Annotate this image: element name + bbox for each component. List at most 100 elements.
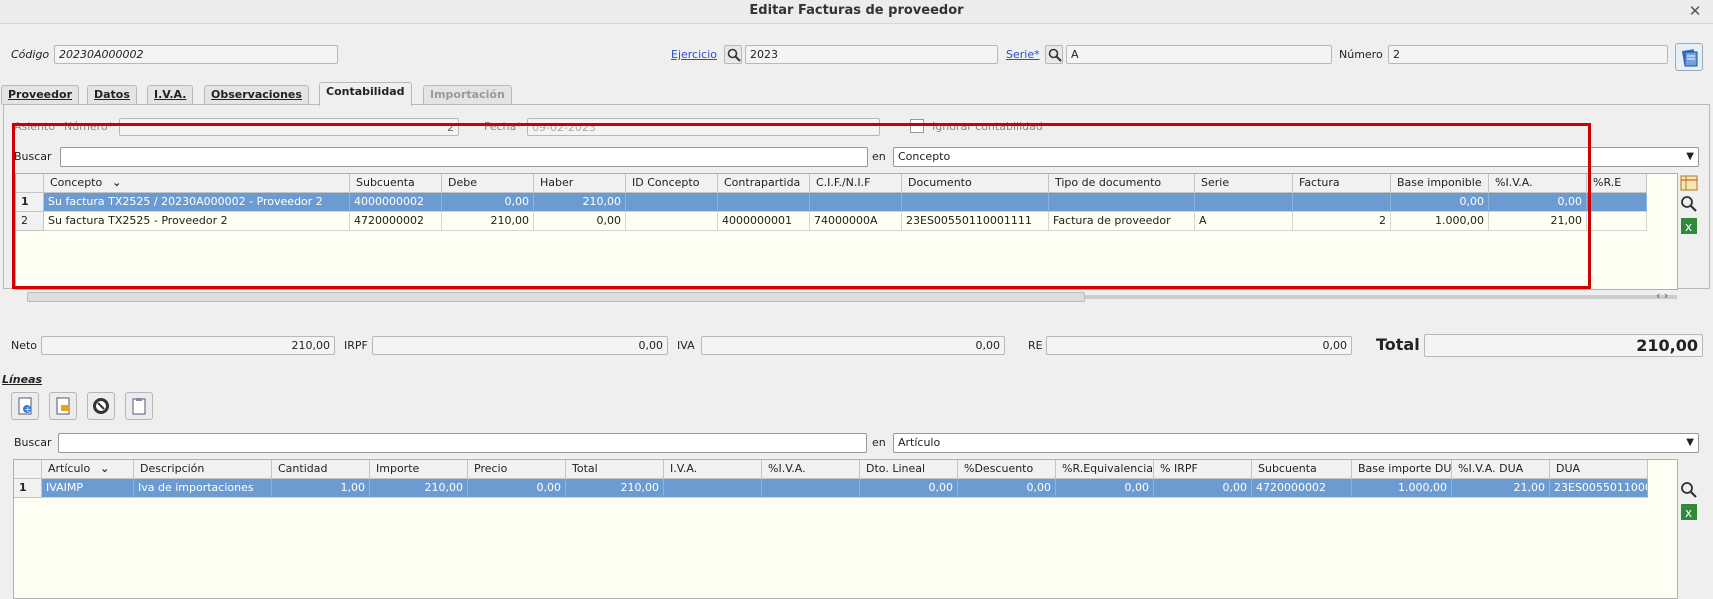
tab-label: Datos [94,88,130,101]
horizontal-scrollbar[interactable] [27,292,1085,302]
column-header[interactable]: %R.Equivalencia [1056,460,1154,479]
delete-icon [93,398,109,414]
numero-field[interactable]: 2 [1388,45,1668,64]
tab-contabilidad[interactable]: Contabilidad [319,82,412,106]
column-header[interactable]: % IRPF [1154,460,1252,479]
column-header[interactable]: Artículo ⌄ [42,460,134,479]
close-icon[interactable]: ✕ [1685,1,1705,21]
svg-text:x: x [1685,220,1692,234]
tab-label: I.V.A. [154,88,187,101]
iva-label: IVA [677,339,695,352]
column-header[interactable]: %I.V.A. DUA [1452,460,1550,479]
tab-datos[interactable]: Datos [87,85,137,105]
column-header[interactable]: %I.V.A. [762,460,860,479]
buscar-lineas-label: Buscar [14,436,52,449]
paste-line-button[interactable] [125,392,153,420]
table-cell[interactable]: 21,00 [1452,479,1550,498]
sort-chevron-icon: ⌄ [96,462,110,475]
column-header[interactable]: Base importe DUA [1352,460,1452,479]
serie-search-icon[interactable] [1045,45,1063,64]
highlight-box [12,123,1591,289]
column-header[interactable]: %R.E [1587,174,1647,193]
documents-button[interactable] [1675,43,1703,71]
svg-text:x: x [1685,506,1692,520]
table-cell[interactable]: 1.000,00 [1352,479,1452,498]
irpf-field: 0,00 [372,336,668,355]
tab-label: Observaciones [211,88,302,101]
table-cell[interactable]: 0,00 [860,479,958,498]
column-header[interactable]: Cantidad [272,460,370,479]
table-cell[interactable]: 0,00 [1056,479,1154,498]
table-cell[interactable]: 210,00 [566,479,664,498]
ejercicio-field[interactable]: 2023 [745,45,998,64]
tab-iva[interactable]: I.V.A. [147,85,194,105]
table-cell[interactable]: Iva de importaciones [134,479,272,498]
search-lineas-field-select[interactable]: Artículo ▼ [893,433,1699,453]
excel-icon[interactable]: x [1680,217,1698,235]
table-cell[interactable]: 0,00 [958,479,1056,498]
column-header[interactable]: I.V.A. [664,460,762,479]
table-cell[interactable]: 0,00 [468,479,566,498]
total-label: Total [1376,335,1420,354]
iva-field: 0,00 [701,336,1005,355]
tab-proveedor[interactable]: Proveedor [1,85,79,105]
ejercicio-search-icon[interactable] [724,45,742,64]
neto-label: Neto [11,339,38,352]
lineas-table[interactable]: Artículo ⌄ Descripción Cantidad Importe Prec… [13,459,1678,599]
select-value: Artículo [898,436,941,449]
table-cell[interactable] [1587,212,1647,231]
tab-label: Contabilidad [326,85,405,98]
tab-observaciones[interactable]: Observaciones [204,85,309,105]
ejercicio-link[interactable]: Ejercicio [671,45,717,64]
svg-text:+: + [25,405,32,414]
table-cell[interactable]: IVAIMP [42,479,134,498]
table-cell[interactable]: 0,00 [1154,479,1252,498]
search-icon[interactable] [1680,195,1698,213]
search-lineas-icon[interactable] [1680,481,1698,499]
table-cell[interactable] [1587,193,1647,212]
scroll-track [1085,295,1677,299]
documents-icon [1681,49,1698,67]
re-field: 0,00 [1046,336,1352,355]
serie-link[interactable]: Serie* [1006,45,1040,64]
table-cell[interactable] [762,479,860,498]
codigo-field[interactable]: 20230A000002 [54,45,338,64]
column-header[interactable]: Subcuenta [1252,460,1352,479]
tab-label: Proveedor [8,88,72,101]
table-cell[interactable] [664,479,762,498]
table-cell[interactable]: 4720000002 [1252,479,1352,498]
row-header-corner [14,460,42,479]
neto-field: 210,00 [41,336,335,355]
window-title: Editar Facturas de proveedor [749,3,964,18]
table-cell[interactable]: 210,00 [370,479,468,498]
add-line-button[interactable]: + [11,392,39,420]
edit-document-icon [56,397,70,415]
edit-line-button[interactable] [49,392,77,420]
clipboard-icon [132,398,146,415]
total-field: 210,00 [1424,334,1703,357]
table-cell[interactable]: 1,00 [272,479,370,498]
numero-label: Número [1339,48,1383,61]
tab-importacion: Importación [423,85,512,105]
column-header[interactable]: Importe [370,460,468,479]
lineas-title: Líneas [2,373,43,386]
en-lineas-label: en [872,436,886,449]
excel-lineas-icon[interactable]: x [1680,503,1698,521]
column-header[interactable]: Total [566,460,664,479]
scroll-arrows-icon[interactable]: ‹ › [1656,289,1668,302]
column-header[interactable]: %Descuento [958,460,1056,479]
serie-field[interactable]: A [1066,45,1332,64]
irpf-label: IRPF [344,339,368,352]
delete-line-button[interactable] [87,392,115,420]
column-header[interactable]: Dto. Lineal [860,460,958,479]
chevron-down-icon: ▼ [1686,437,1694,448]
row-number[interactable]: 1 [14,479,42,498]
config-columns-icon[interactable] [1680,174,1698,192]
table-cell[interactable]: 23ES00550110001111 [1550,479,1648,498]
chevron-down-icon: ▼ [1686,151,1694,162]
column-header[interactable]: Descripción [134,460,272,479]
search-lineas-input[interactable] [58,433,867,453]
column-header[interactable]: Precio [468,460,566,479]
column-header[interactable]: DUA [1550,460,1648,479]
add-document-icon: + [18,397,32,415]
